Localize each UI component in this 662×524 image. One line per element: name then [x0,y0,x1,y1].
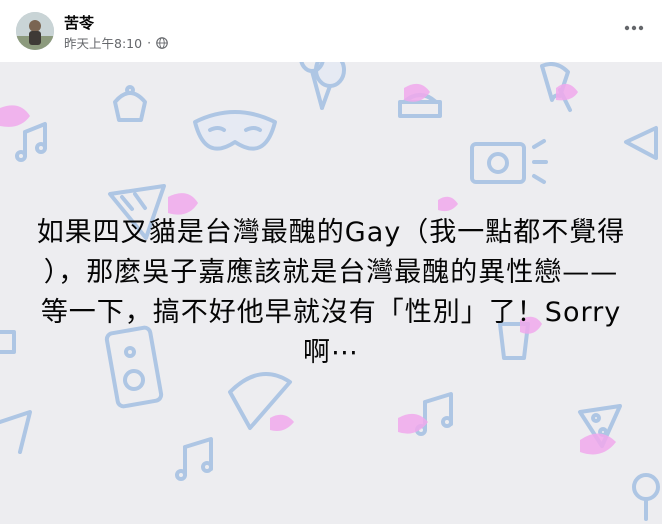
meta-separator: · [147,35,152,50]
post-header: 苦苓 昨天上午8:10 · [0,0,662,62]
avatar[interactable] [16,12,54,50]
post-body-text: 如果四叉貓是台灣最醜的Gay（我一點都不覺得￼），那麼吳子嘉應該就是￼台灣最醜的… [36,217,626,368]
more-options-button[interactable] [620,14,648,42]
post-meta: 昨天上午8:10 · [64,33,168,52]
post-background[interactable]: 如果四叉貓是台灣最醜的Gay（我一點都不覺得￼），那麼吳子嘉應該就是￼台灣最醜的… [0,62,662,524]
post-timestamp[interactable]: 昨天上午8:10 [64,33,142,52]
globe-icon[interactable] [156,36,168,49]
more-horizontal-icon [624,25,644,31]
author-name[interactable]: 苦苓 [64,12,94,33]
avatar-image [16,12,54,50]
